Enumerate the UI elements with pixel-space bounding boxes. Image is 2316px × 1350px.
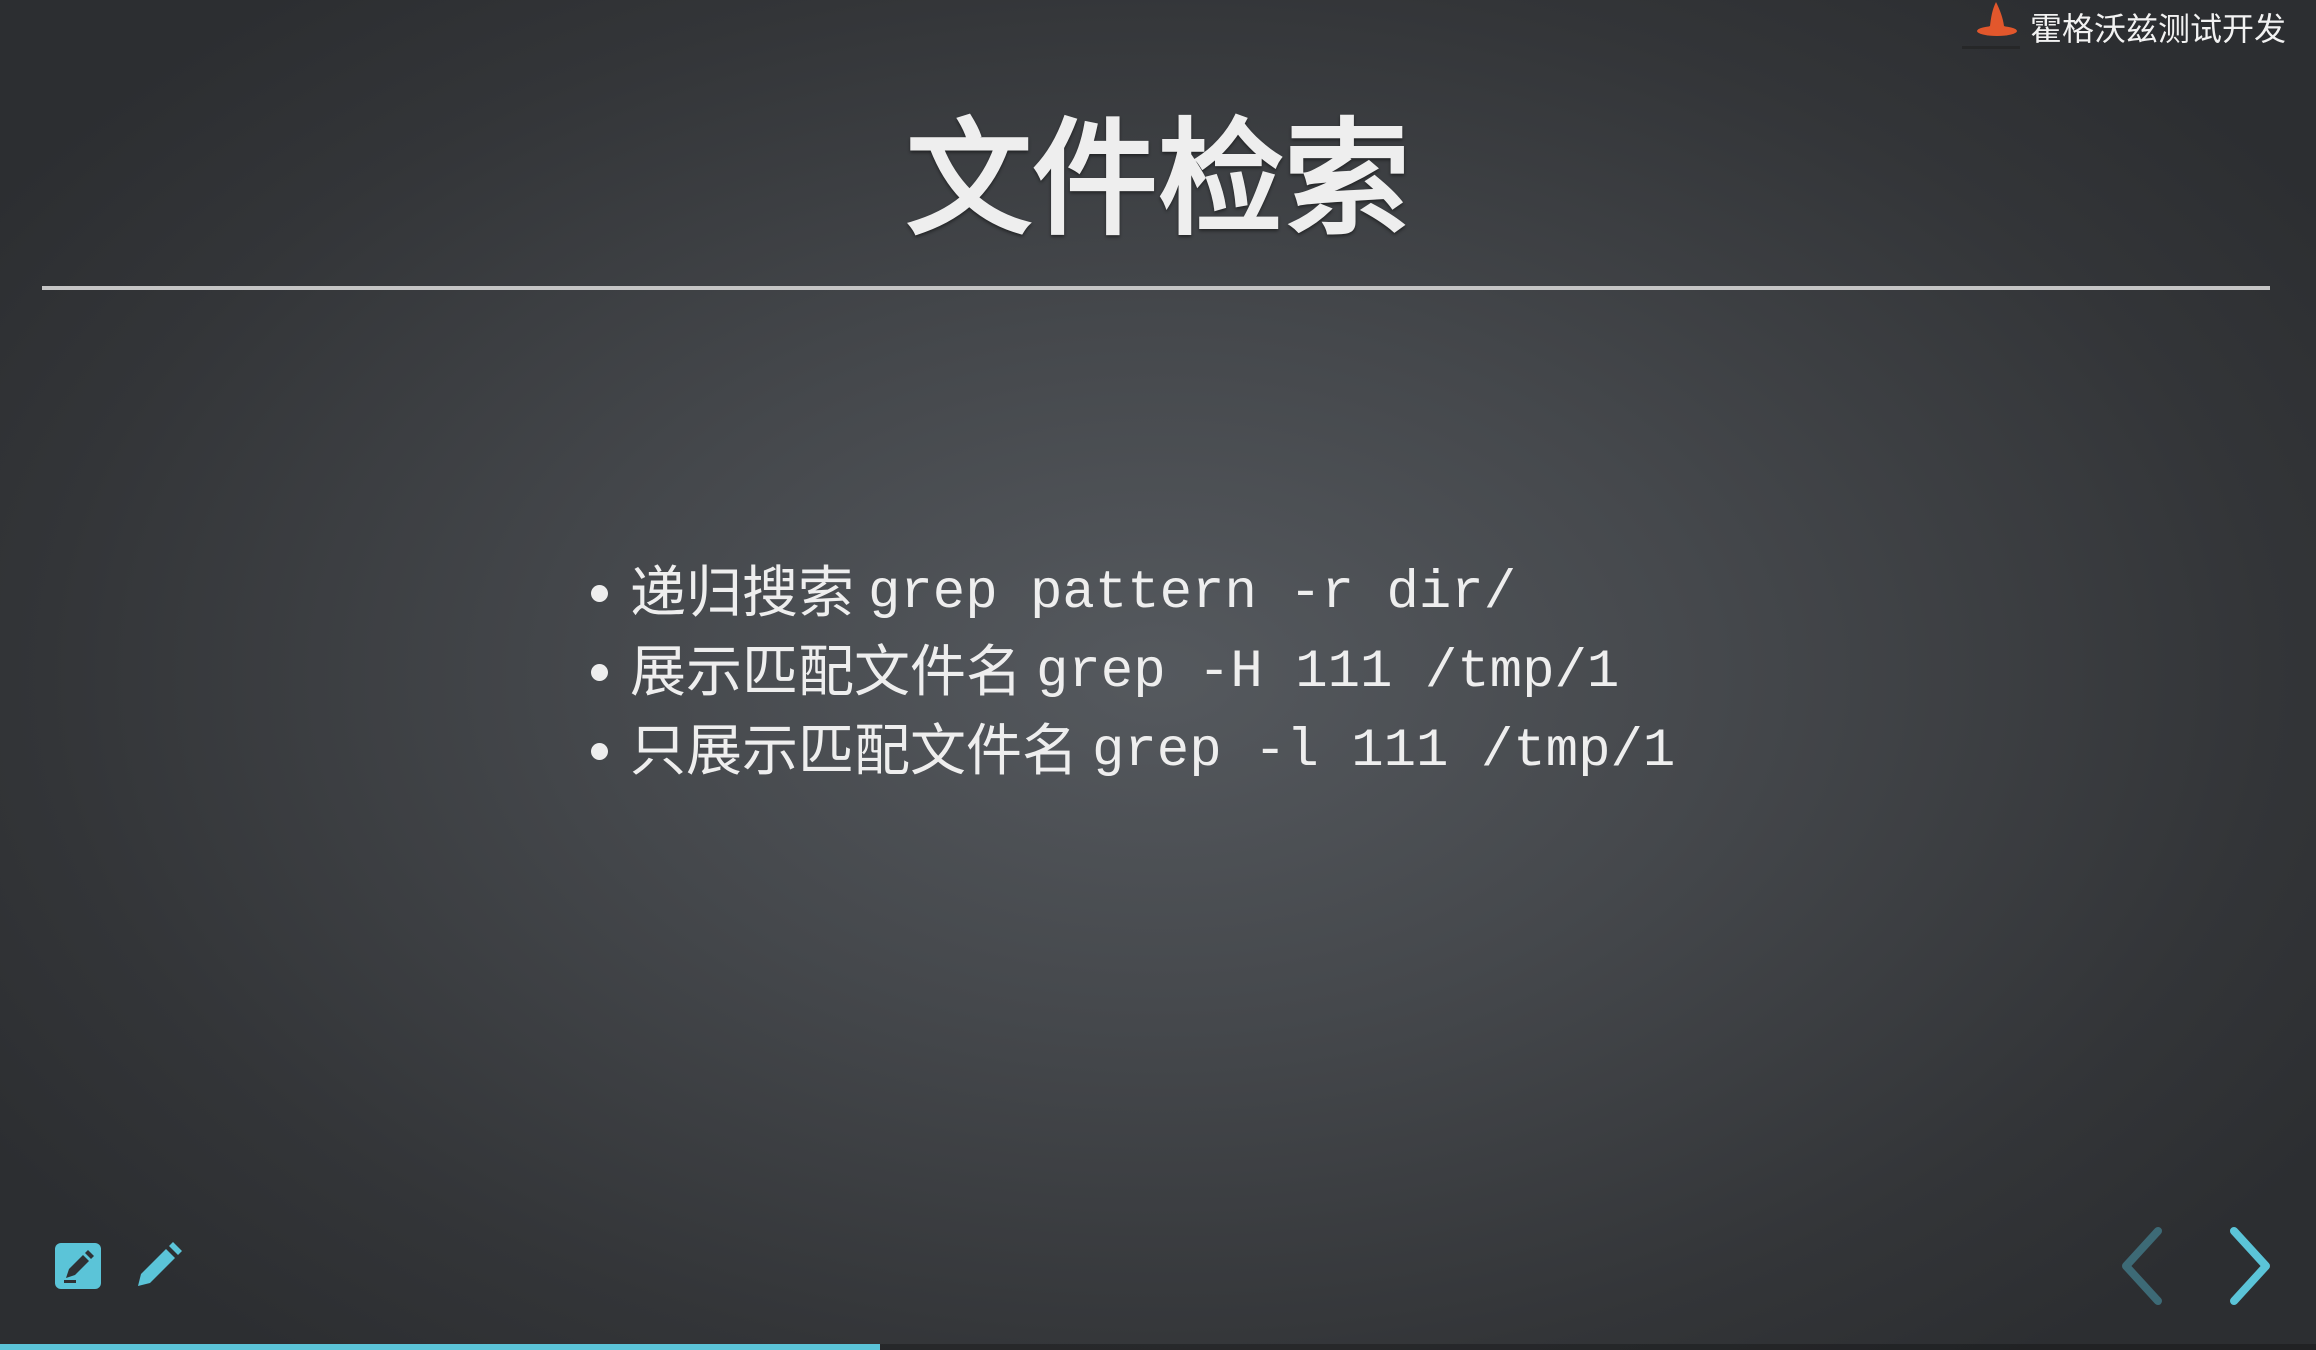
witch-hat-icon bbox=[1960, 0, 2024, 54]
chevron-left-icon[interactable] bbox=[2114, 1225, 2170, 1307]
bullet-label: 只展示匹配文件名 bbox=[630, 719, 1078, 784]
bullet-code: grep -l 111 /tmp/1 bbox=[1092, 721, 1676, 782]
slide-progress-fill bbox=[0, 1344, 881, 1350]
bullet-code: grep -H 111 /tmp/1 bbox=[1036, 642, 1620, 703]
edit-note-icon[interactable] bbox=[52, 1240, 104, 1292]
bullet-code: grep pattern -r dir/ bbox=[868, 563, 1517, 624]
bullet-item-recursive-search: 递归搜索 grep pattern -r dir/ bbox=[585, 554, 2085, 633]
title-divider bbox=[42, 286, 2270, 290]
brand-name: 霍格沃兹测试开发 bbox=[2029, 10, 2286, 48]
slide-title: 文件检索 bbox=[906, 106, 1410, 253]
bullet-dot bbox=[591, 664, 608, 681]
chevron-right-icon[interactable] bbox=[2222, 1225, 2278, 1307]
bullet-item-only-filename: 只展示匹配文件名 grep -l 111 /tmp/1 bbox=[585, 712, 2085, 791]
slide-progress-bar bbox=[0, 1344, 2316, 1350]
bullet-dot bbox=[591, 743, 608, 760]
bullet-label: 展示匹配文件名 bbox=[630, 640, 1022, 705]
bullet-label: 递归搜索 bbox=[630, 561, 854, 626]
pencil-icon[interactable] bbox=[132, 1240, 184, 1292]
bullet-dot bbox=[591, 585, 608, 602]
bullet-list: 递归搜索 grep pattern -r dir/ 展示匹配文件名 grep -… bbox=[585, 554, 2085, 791]
bullet-item-show-filename: 展示匹配文件名 grep -H 111 /tmp/1 bbox=[585, 633, 2085, 712]
brand: 霍格沃兹测试开发 bbox=[1960, 0, 2286, 54]
